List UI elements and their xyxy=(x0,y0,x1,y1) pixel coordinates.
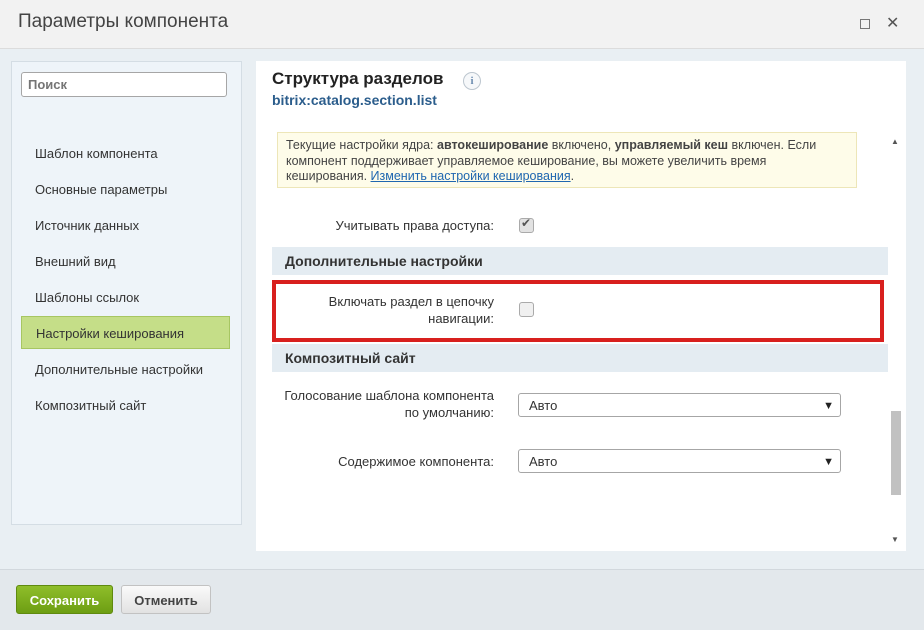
voting-select[interactable]: Авто ▼ xyxy=(518,393,841,417)
voting-label-line1: Голосование шаблона компонента xyxy=(284,388,494,403)
sidebar-item-basic-params[interactable]: Основные параметры xyxy=(21,173,230,206)
search-input[interactable] xyxy=(21,72,227,97)
window-titlebar: Параметры компонента ✕ xyxy=(0,0,924,49)
notice-text: Текущие настройки ядра: xyxy=(286,138,437,152)
content-select-value: Авто xyxy=(529,454,558,469)
scrollbar[interactable]: ▲ ▼ xyxy=(888,133,902,551)
cache-notice: Текущие настройки ядра: автокеширование … xyxy=(277,132,857,188)
notice-text: . xyxy=(570,169,575,183)
settings-panel: Структура разделов i bitrix:catalog.sect… xyxy=(256,61,906,551)
component-code: bitrix:catalog.section.list xyxy=(272,92,437,108)
maximize-icon[interactable] xyxy=(860,19,870,29)
scrollbar-thumb[interactable] xyxy=(891,411,901,495)
content-label: Содержимое компонента: xyxy=(338,454,494,469)
sidebar: Шаблон компонента Основные параметры Ист… xyxy=(11,61,242,525)
voting-select-value: Авто xyxy=(529,398,558,413)
notice-autocache: автокеширование xyxy=(437,138,549,152)
sidebar-item-appearance[interactable]: Внешний вид xyxy=(21,245,230,278)
dialog-footer: Сохранить Отменить xyxy=(0,569,924,630)
window-title: Параметры компонента xyxy=(18,11,229,32)
info-icon[interactable]: i xyxy=(463,72,481,90)
sidebar-item-data-source[interactable]: Источник данных xyxy=(21,209,230,242)
content-select[interactable]: Авто ▼ xyxy=(518,449,841,473)
component-title: Структура разделов xyxy=(272,69,444,88)
scroll-up-icon[interactable]: ▲ xyxy=(891,137,899,146)
sidebar-item-cache-settings[interactable]: Настройки кеширования xyxy=(21,316,230,349)
access-rights-checkbox[interactable] xyxy=(519,216,534,233)
voting-label: Голосование шаблона компонента по умолча… xyxy=(276,387,494,421)
voting-label-line2: по умолчанию: xyxy=(404,405,494,420)
close-icon[interactable]: ✕ xyxy=(886,13,899,33)
scroll-down-icon[interactable]: ▼ xyxy=(891,535,899,544)
chevron-down-icon: ▼ xyxy=(823,456,834,468)
dialog-body: Шаблон компонента Основные параметры Ист… xyxy=(0,49,924,569)
sidebar-item-url-templates[interactable]: Шаблоны ссылок xyxy=(21,281,230,314)
sidebar-item-template[interactable]: Шаблон компонента xyxy=(21,137,230,170)
notice-text: включено, xyxy=(548,138,615,152)
section-additional-settings: Дополнительные настройки xyxy=(272,247,888,275)
section-composite-site: Композитный сайт xyxy=(272,344,888,372)
sidebar-item-composite[interactable]: Композитный сайт xyxy=(21,389,230,422)
save-button[interactable]: Сохранить xyxy=(16,585,113,614)
access-rights-label: Учитывать права доступа: xyxy=(335,218,494,233)
change-cache-settings-link[interactable]: Изменить настройки кеширования xyxy=(371,169,571,183)
notice-managed-cache: управляемый кеш xyxy=(614,138,729,152)
chevron-down-icon: ▼ xyxy=(823,400,834,412)
sidebar-item-additional[interactable]: Дополнительные настройки xyxy=(21,353,230,386)
highlight-frame xyxy=(272,280,884,342)
cancel-button[interactable]: Отменить xyxy=(121,585,211,614)
